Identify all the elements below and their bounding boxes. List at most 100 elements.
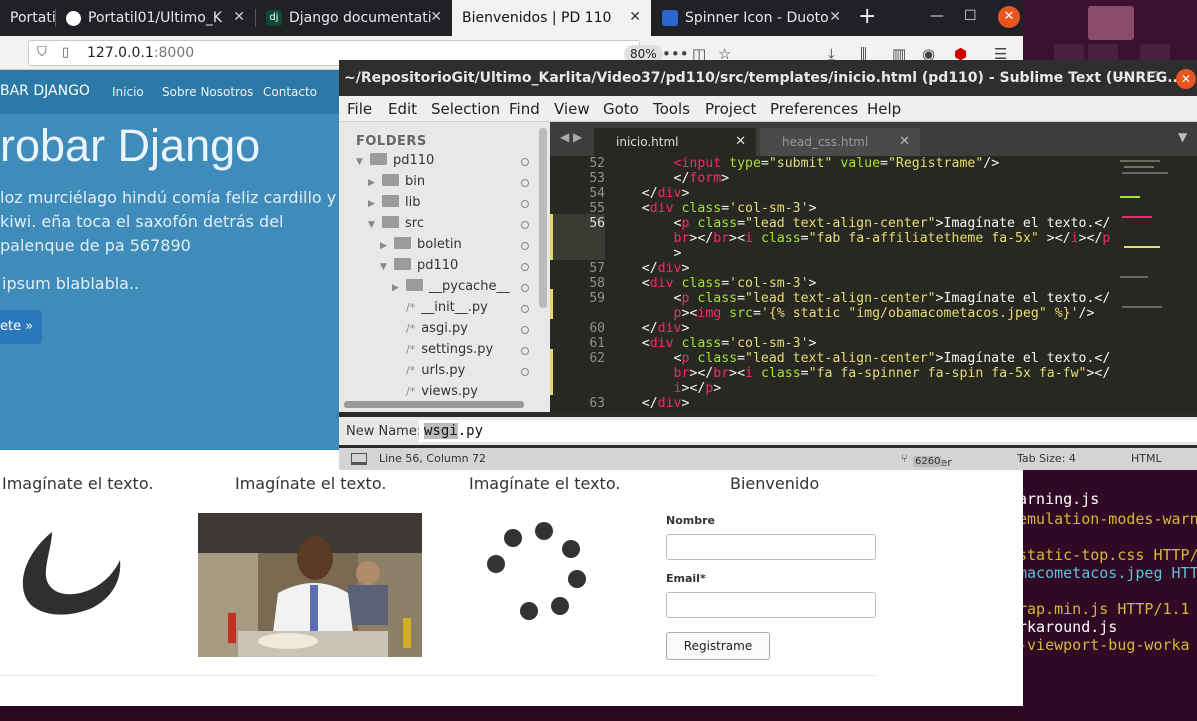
nav-link-inicio[interactable]: Inicio (112, 85, 144, 99)
folder-sidebar: FOLDERS ▼ pd110 ▶ bin ▶ lib ▼ src ▶ boletin ▼… (339, 122, 550, 412)
status-dot (521, 158, 529, 166)
menu-preferences[interactable]: Preferences (770, 100, 858, 118)
nav-link-contacto[interactable]: Contacto (263, 85, 317, 99)
file-icon: /* (406, 385, 416, 398)
tree-folder[interactable]: ▶ boletin (380, 237, 462, 252)
obama-tacos-photo (198, 513, 422, 657)
folder-icon (382, 195, 399, 207)
terminal-line: arning.js (1018, 490, 1100, 508)
folder-icon[interactable] (1088, 6, 1134, 40)
site-brand[interactable]: BAR DJANGO (0, 83, 90, 99)
line-number: 54 (589, 186, 605, 201)
browser-tab-label: Bienvenidos | PD 110 (462, 10, 612, 26)
tree-folder[interactable]: ▶ lib (368, 195, 420, 210)
syntax-mode[interactable]: HTML (1131, 452, 1162, 465)
close-icon[interactable]: ✕ (829, 9, 841, 25)
tree-file[interactable]: /* urls.py (406, 363, 465, 378)
menu-edit[interactable]: Edit (388, 100, 417, 118)
maximize-icon[interactable]: ☐ (1147, 70, 1159, 85)
tab-dropdown-icon[interactable]: ▼ (1178, 130, 1187, 144)
minimap[interactable] (1118, 156, 1196, 412)
editor-tab-bar: ◀ ▶ inicio.html ✕ head_css.html ✕ ▼ (550, 122, 1197, 156)
status-dot (521, 200, 529, 208)
jumbotron-button[interactable]: ete » (0, 310, 42, 344)
tree-folder[interactable]: ▶ __pycache__ (392, 279, 509, 294)
browser-tab[interactable]: Spinner Icon - Duoto ✕ (652, 0, 851, 36)
status-dot (521, 263, 529, 271)
sidebar-horizontal-scrollbar[interactable] (344, 401, 524, 408)
jumbotron-text-secondary: ipsum blablabla.. (2, 274, 140, 293)
page-info-icon[interactable]: ▯ (62, 45, 69, 60)
browser-tab-active[interactable]: Bienvenidos | PD 110 ✕ (452, 0, 651, 36)
chevron-right-icon: ▶ (392, 283, 399, 293)
tree-file[interactable]: /* views.py (406, 384, 478, 398)
close-icon[interactable]: ✕ (735, 128, 746, 156)
column-title: Bienvenido (730, 474, 820, 493)
menu-selection[interactable]: Selection (431, 100, 500, 118)
input-text: .py (457, 423, 484, 439)
tree-label: lib (405, 195, 421, 210)
browser-tab[interactable]: Portatil01 | C (0, 0, 55, 36)
browser-tab[interactable]: Portatil01/Ultimo_K ✕ (56, 0, 255, 36)
maximize-icon[interactable]: ☐ (964, 8, 977, 24)
panel-toggle-icon[interactable] (351, 453, 367, 465)
divider (0, 675, 876, 676)
menu-project[interactable]: Project (705, 100, 756, 118)
shield-icon[interactable]: ⛉ (37, 45, 47, 60)
line-number: 60 (589, 321, 605, 336)
tree-folder[interactable]: ▼ pd110 (356, 153, 434, 168)
sidebar-header: FOLDERS (356, 134, 427, 149)
tab-nav-arrows-icon[interactable]: ◀ ▶ (560, 130, 582, 144)
status-dot (521, 284, 529, 292)
sidebar-scrollbar[interactable] (539, 128, 547, 308)
tab-size[interactable]: Tab Size: 4 (1017, 452, 1076, 465)
menu-file[interactable]: File (347, 100, 372, 118)
minimize-icon[interactable]: — (930, 8, 944, 24)
url-port: :8000 (153, 45, 195, 61)
github-icon (66, 10, 81, 26)
menu-tools[interactable]: Tools (653, 100, 690, 118)
tree-folder[interactable]: ▶ bin (368, 174, 425, 189)
editor-tab[interactable]: head_css.html ✕ (760, 128, 920, 156)
tree-label: settings.py (421, 342, 494, 357)
close-icon[interactable]: ✕ (430, 9, 442, 25)
chevron-down-icon: ▼ (368, 220, 375, 230)
close-icon[interactable]: ✕ (233, 9, 245, 25)
folder-icon (394, 237, 411, 249)
browser-tab[interactable]: dj Django documentati ✕ (256, 0, 452, 36)
close-icon[interactable]: ✕ (629, 9, 641, 25)
column-title: Imagínate el texto. (2, 474, 154, 493)
tree-file[interactable]: /* asgi.py (406, 321, 468, 336)
tree-folder[interactable]: ▼ pd110 (380, 258, 458, 273)
tree-file[interactable]: /* __init__.py (406, 300, 488, 315)
window-close-button[interactable]: ✕ (998, 6, 1020, 28)
close-icon[interactable]: ✕ (899, 128, 910, 156)
nav-link-sobre-nosotros[interactable]: Sobre Nosotros (162, 85, 253, 99)
minimize-icon[interactable]: — (1115, 70, 1128, 85)
tree-folder[interactable]: ▼ src (368, 216, 424, 231)
browser-tab-label: Portatil01/Ultimo_K (88, 10, 223, 26)
code-line: br></br><i class="fab fa-affiliatetheme … (673, 231, 1111, 246)
line-number: 61 (589, 336, 605, 351)
menu-help[interactable]: Help (867, 100, 901, 118)
new-name-input[interactable]: wsgi.py (419, 420, 1197, 442)
menu-view[interactable]: View (554, 100, 590, 118)
window-close-button[interactable]: ✕ (1176, 69, 1196, 89)
url-text[interactable]: 127.0.0.1:8000 (87, 45, 194, 61)
menu-goto[interactable]: Goto (603, 100, 639, 118)
chevron-down-icon: ▼ (380, 262, 387, 272)
chevron-right-icon: ▶ (380, 241, 387, 251)
editor-tab-active[interactable]: inicio.html ✕ (594, 128, 756, 156)
browser-tab-label: Portatil01 | C (10, 10, 55, 26)
name-field[interactable] (666, 534, 876, 560)
tree-file[interactable]: /* settings.py (406, 342, 493, 357)
name-label: Nombre (666, 514, 715, 527)
register-button[interactable]: Registrame (666, 632, 770, 660)
code-editor[interactable]: 52 53 54 55 56 57 58 59 60 61 62 63 <inp… (550, 156, 1197, 412)
menu-find[interactable]: Find (509, 100, 540, 118)
status-dot (521, 347, 529, 355)
email-field[interactable] (666, 592, 876, 618)
editor-tab-label: head_css.html (782, 135, 869, 149)
line-number: 53 (589, 171, 605, 186)
new-tab-button[interactable]: + (858, 4, 876, 29)
